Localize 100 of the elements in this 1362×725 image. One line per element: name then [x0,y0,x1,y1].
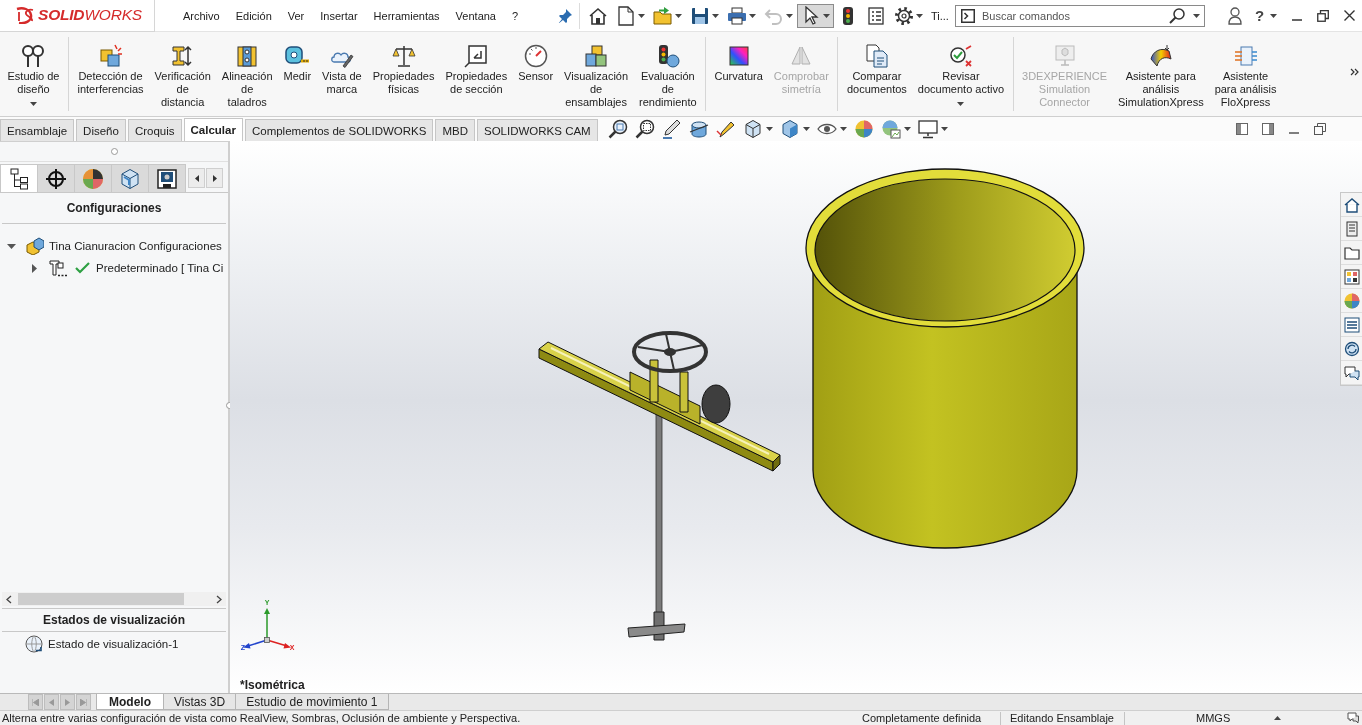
view-toolbar-button[interactable] [915,118,950,140]
panel-heading: Estados de visualización [2,608,226,632]
horizontal-scrollbar[interactable] [2,592,226,606]
model-tab[interactable]: Estudio de movimiento 1 [235,694,389,710]
gauge-icon [523,44,548,68]
minimize-icon [1292,18,1302,21]
ribbon-button[interactable]: Propiedades físicas [367,42,440,98]
gradient-square-icon [726,44,751,68]
stacked-blocks-icon [584,44,609,68]
right-triangle-icon [65,698,70,706]
color-ball-icon [853,119,874,139]
ribbon-button[interactable]: Detección de interferencias [72,42,150,98]
menu-item[interactable]: Insertar [312,4,366,27]
last-arrow-icon [80,698,87,706]
window-button[interactable] [1261,122,1275,136]
panel-tab[interactable] [0,164,38,192]
caret-down-icon [712,13,719,18]
command-tab[interactable]: MBD [435,119,475,141]
mirrored-triangles-icon [789,44,814,68]
ribbon-button[interactable]: Alineación de taladros [216,42,279,111]
speech-bubbles-icon [1347,712,1359,724]
menu-item[interactable]: Ver [279,4,313,27]
menu-item[interactable]: ? [504,4,527,27]
ribbon-button[interactable]: Visualización de ensamblajes [558,42,634,111]
view-orientation-label: *Isométrica [240,678,305,692]
toolbar-button[interactable] [797,3,834,28]
crosshair-icon [45,167,67,190]
ribbon-button[interactable]: Sensor [512,42,559,85]
ribbon-button[interactable]: Revisar documento activo [912,42,1010,108]
framed-figure-icon [156,167,178,190]
status-field: Completamente definida [862,712,982,724]
caret-down-icon [675,13,682,18]
command-tab[interactable]: SOLIDWORKS CAM [477,119,598,141]
right-panel-window-icon [1262,123,1274,135]
ribbon-button[interactable]: Asistente para análisis FloXpress [1209,42,1282,111]
ribbon-button[interactable]: Estudio de diseño [2,42,65,108]
window-button[interactable] [1235,122,1249,136]
more-button[interactable] [1350,68,1359,76]
menu-item[interactable]: Archivo [175,4,228,27]
command-tab[interactable]: Croquis [127,119,182,141]
caret-down-icon [1270,13,1278,18]
ribbon-button[interactable]: Asistente para análisis SimulationXpress [1112,42,1210,111]
panel-tab[interactable] [37,164,75,192]
caret-down-icon [638,13,645,18]
color-ball-icon [1343,292,1360,309]
restore-icon [1317,9,1329,22]
ribbon-button[interactable]: Curvatura [709,42,769,85]
blank-page-icon [616,5,636,26]
ribbon-button[interactable]: Evaluación de rendimiento [633,42,703,111]
tree-item-label[interactable]: Predeterminado [ Tina Ci [96,262,224,274]
ribbon-button[interactable]: Comparar documentos [841,42,913,98]
ribbon-button[interactable]: Propiedades de sección [439,42,513,98]
check-cross-icon [948,44,973,68]
command-prompt-icon [960,8,975,23]
tree-item-label[interactable]: Tina Cianuracion Configuraciones [49,240,222,252]
pen-icon [715,119,736,139]
window-button[interactable] [1313,122,1327,136]
ribbon-button[interactable]: Verificación de distancia [149,42,217,111]
list-icon [866,5,886,26]
close-icon [1343,10,1355,21]
menu-item[interactable]: Ventana [447,4,504,27]
minimize-icon [1289,132,1299,134]
printer-icon [727,5,747,26]
left-triangle-icon [49,698,54,706]
restore-icon [1314,123,1326,135]
ribbon-button[interactable]: Medir [278,42,317,85]
globe-arrows-icon [25,635,43,653]
panel-tab[interactable] [148,164,186,192]
scroll-thumb[interactable] [18,593,184,605]
zoom-magnifier-icon [607,119,628,139]
caret-down-icon [1192,13,1200,18]
model-tab[interactable]: Vistas 3D [163,694,237,710]
cube-icon [742,119,763,139]
command-tab[interactable]: Diseño [76,119,126,141]
search-field[interactable]: Buscar comandos [954,4,1205,27]
scroll-left-button[interactable] [188,168,205,188]
pin-pair-icon [21,44,46,68]
triad-axes-icon [243,608,291,649]
flow-block-icon [1233,44,1258,68]
balance-scale-icon [391,44,416,68]
caret-down-icon [765,127,773,131]
swoosh-logo-icon [15,6,35,24]
panel-tab[interactable] [74,164,112,192]
model-tab[interactable]: Modelo [96,694,164,710]
command-tab[interactable]: Ensamblaje [0,119,75,141]
ribbon-button[interactable]: Vista de marca [316,42,368,98]
help-button[interactable]: ? [1248,1,1284,30]
caret-down-icon [940,127,948,131]
pencil-icon [661,119,682,139]
search-icon [1168,7,1185,24]
scroll-right-button[interactable] [206,168,223,188]
layered-cube-icon [119,167,141,190]
menu-item[interactable]: Herramientas [365,4,448,27]
command-tab[interactable]: Calcular [183,118,243,141]
user-icon [1228,6,1242,25]
menu-item[interactable]: Edición [227,4,280,27]
tree-item-label[interactable]: Estado de visualización-1 [48,638,179,650]
status-field: Editando Ensamblaje [1010,712,1114,724]
two-documents-icon [864,44,889,68]
command-tab[interactable]: Complementos de SOLIDWORKS [244,119,434,141]
